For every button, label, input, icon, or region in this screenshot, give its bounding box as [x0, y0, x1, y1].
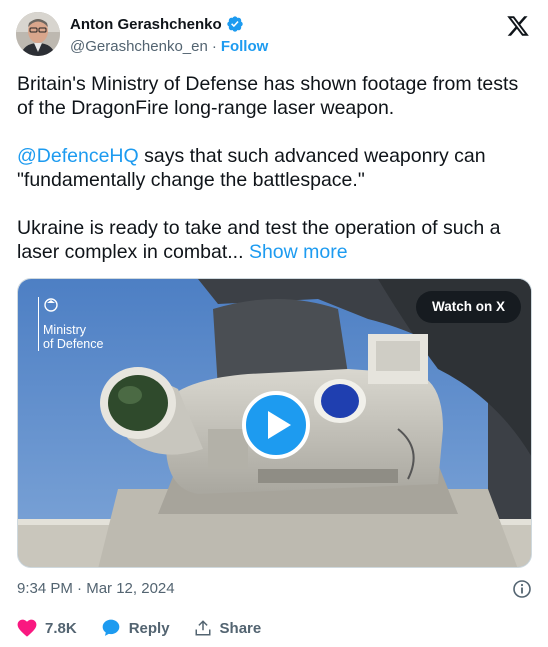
- video-player[interactable]: Ministry of Defence Watch on X: [17, 278, 532, 568]
- x-logo-icon[interactable]: [506, 14, 530, 38]
- mod-watermark-line2: of Defence: [43, 337, 104, 351]
- tweet-date: Mar 12, 2024: [86, 580, 175, 597]
- show-more-link[interactable]: Show more: [249, 241, 348, 263]
- like-button[interactable]: 7.8K: [17, 619, 77, 637]
- share-label: Share: [219, 619, 262, 637]
- verified-badge-icon: [226, 15, 244, 33]
- mention-link[interactable]: @DefenceHQ: [17, 145, 139, 167]
- mod-watermark: Ministry of Defence: [38, 297, 103, 351]
- action-bar: 7.8K Reply Share: [17, 618, 285, 638]
- follow-button[interactable]: Follow: [221, 38, 269, 55]
- tweet-text: Britain's Ministry of Defense has shown …: [17, 72, 532, 288]
- heart-icon: [17, 619, 37, 637]
- tweet-paragraph-1: Britain's Ministry of Defense has shown …: [17, 73, 519, 119]
- handle-separator: ·: [211, 38, 217, 55]
- share-icon: [195, 620, 211, 636]
- crest-icon: [43, 297, 59, 313]
- play-icon: [268, 411, 291, 439]
- info-icon[interactable]: [512, 579, 532, 599]
- mod-watermark-line1: Ministry: [43, 323, 87, 337]
- watch-on-x-button[interactable]: Watch on X: [416, 291, 521, 323]
- share-button[interactable]: Share: [194, 619, 262, 637]
- reply-button[interactable]: Reply: [101, 618, 170, 638]
- tweet-timestamp[interactable]: 9:34 PM · Mar 12, 2024: [17, 580, 175, 597]
- author-handle[interactable]: @Gerashchenko_en: [70, 38, 208, 55]
- avatar[interactable]: [16, 12, 60, 56]
- tweet-header: Anton Gerashchenko @Gerashchenko_en · Fo…: [16, 12, 532, 60]
- timestamp-separator: ·: [77, 580, 83, 597]
- like-count: 7.8K: [45, 619, 77, 637]
- reply-label: Reply: [128, 619, 170, 637]
- tweet-paragraph-2: @DefenceHQ says that such advanced weapo…: [17, 144, 532, 192]
- author-name[interactable]: Anton Gerashchenko: [70, 16, 222, 33]
- play-button[interactable]: [242, 391, 310, 459]
- author-block: Anton Gerashchenko @Gerashchenko_en · Fo…: [70, 14, 269, 56]
- tweet-time: 9:34 PM: [17, 580, 73, 597]
- tweet-card: Anton Gerashchenko @Gerashchenko_en · Fo…: [0, 0, 548, 647]
- tweet-paragraph-3: Ukraine is ready to take and test the op…: [17, 216, 532, 264]
- reply-icon: [102, 619, 120, 636]
